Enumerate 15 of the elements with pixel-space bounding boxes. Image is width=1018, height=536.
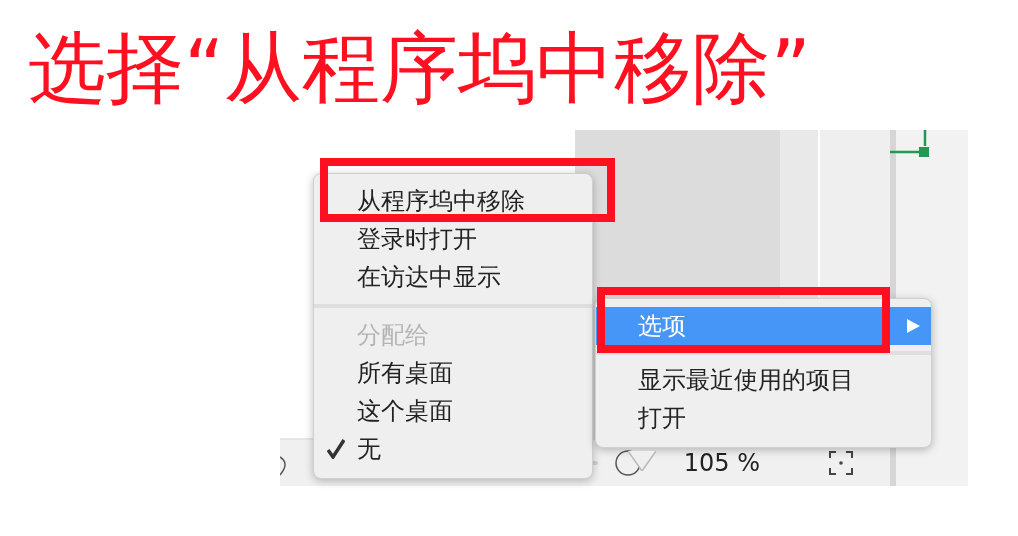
fullscreen-icon[interactable]	[828, 450, 854, 476]
menu-item[interactable]: 从程序坞中移除	[357, 189, 525, 213]
menu-item[interactable]: 所有桌面	[357, 361, 453, 385]
menu-item[interactable]: 这个桌面	[357, 399, 453, 423]
menu-item[interactable]: 显示最近使用的项目	[596, 361, 931, 399]
instruction-title: 选择“从程序坞中移除”	[28, 22, 811, 115]
menu-header: 分配给	[357, 323, 429, 347]
menu-item[interactable]: 登录时打开	[357, 227, 477, 251]
checkmark-icon	[327, 439, 345, 459]
zoom-level: 105 %	[683, 451, 760, 475]
selection-handle-icon	[890, 130, 930, 160]
menu-item[interactable]: 打开	[596, 399, 931, 437]
menu-pointer-icon	[628, 451, 656, 471]
menu-item[interactable]: 无	[357, 437, 381, 461]
menu-item[interactable]: 在访达中显示	[357, 265, 501, 289]
